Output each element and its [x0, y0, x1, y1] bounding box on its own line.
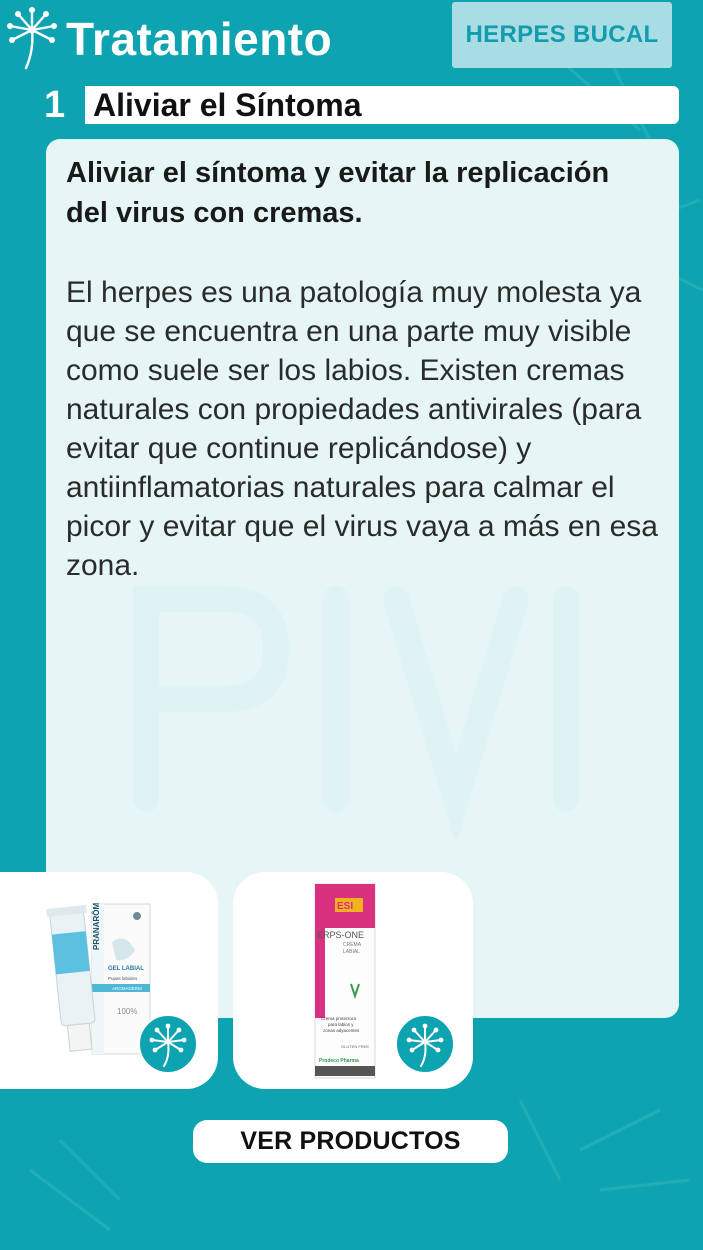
view-products-button[interactable]: VER PRODUCTOS — [193, 1120, 508, 1163]
dandelion-logo-icon — [7, 7, 57, 70]
step-title: Aliviar el Síntoma — [93, 87, 362, 123]
step-title-bar: Aliviar el Síntoma — [80, 86, 679, 124]
product2-name-text: ERPS-ONE — [317, 930, 364, 940]
product-line2-text: Pupas labiales — [108, 976, 138, 981]
step-number: 1 — [44, 84, 66, 126]
body-text: El herpes es una patología muy molesta y… — [66, 276, 658, 582]
dandelion-badge-icon — [395, 1014, 455, 1074]
product-brand-text: PRANARÔM — [92, 903, 101, 950]
category-tag: HERPES BUCAL — [452, 2, 672, 68]
product2-maker-text: Prodeco Pharma — [319, 1058, 359, 1064]
product2-gluten-text: GLUTEN FREE — [341, 1044, 369, 1049]
view-products-label: VER PRODUCTOS — [240, 1127, 461, 1155]
category-tag-label: HERPES BUCAL — [465, 21, 659, 48]
product-card-erps-one[interactable]: ESI ERPS-ONE CREMA LABIAL Crema protecto… — [233, 872, 473, 1089]
product2-desc1-text: Crema protectora — [321, 1016, 357, 1021]
product2-desc2-text: para labios y — [328, 1022, 354, 1027]
page-title: Tratamiento — [66, 13, 333, 65]
product-line1-text: GEL LABIAL — [108, 966, 144, 972]
product2-desc3-text: zonas adyacentes — [323, 1028, 360, 1033]
product2-sub2-text: LABIAL — [343, 949, 360, 955]
lead-text: Aliviar el síntoma y evitar la replicaci… — [66, 157, 610, 229]
dandelion-badge-icon — [138, 1014, 198, 1074]
product-line3-text: AROMADERM — [112, 986, 142, 991]
product2-sub1-text: CREMA — [343, 942, 362, 948]
product2-brand-text: ESI — [337, 901, 353, 912]
product-line4-text: 100% — [117, 1007, 137, 1016]
product-card-pranarom[interactable]: PRANARÔM GEL LABIAL Pupas labiales AROMA… — [0, 872, 218, 1089]
